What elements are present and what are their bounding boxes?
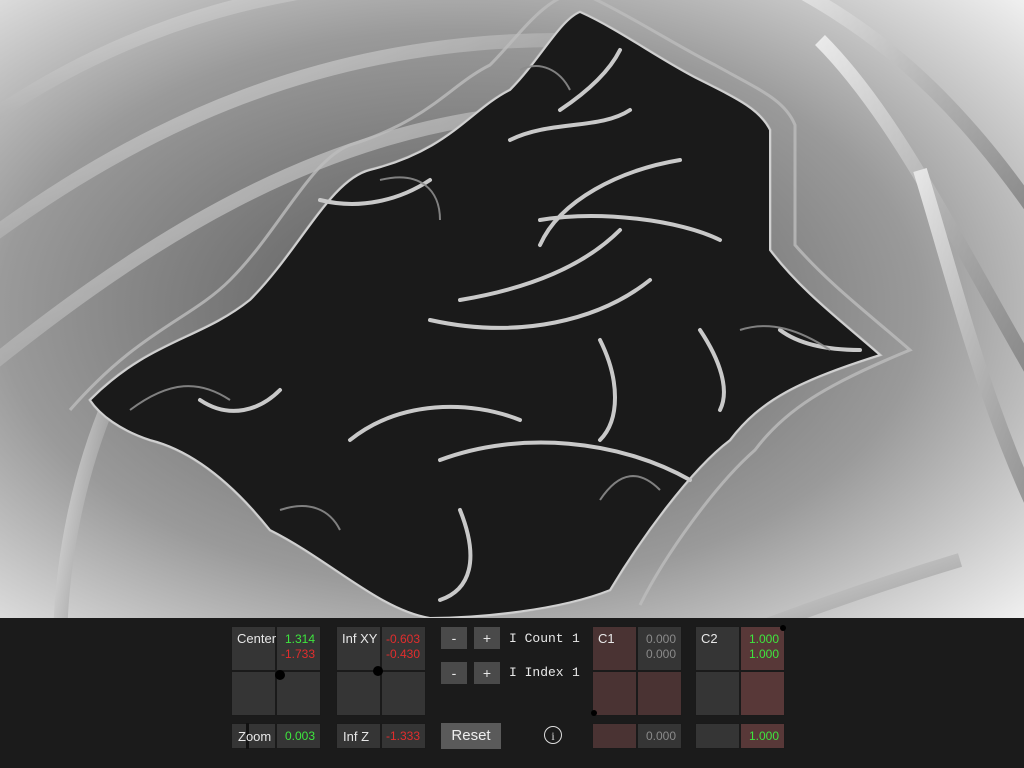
c1-a-value: 0.000 — [645, 632, 676, 646]
c1-label: C1 — [598, 631, 615, 646]
c2-pad[interactable]: C2 1.000 1.000 — [695, 625, 786, 716]
inf-z-value: -1.333 — [385, 729, 420, 743]
zoom-slider[interactable]: Zoom 0.003 — [231, 723, 321, 749]
inf-z-label: Inf Z — [343, 729, 370, 744]
count-increment-button[interactable]: + — [474, 627, 500, 649]
center-x-value: 1.314 — [284, 632, 315, 646]
c1-b-value: 0.000 — [645, 647, 676, 661]
c1-pad[interactable]: C1 0.000 0.000 — [591, 626, 682, 716]
inf-xy-pad-cell — [336, 671, 381, 716]
zoom-label: Zoom — [238, 729, 272, 744]
c1-slider[interactable]: 0.000 — [592, 723, 682, 749]
index-label: I Index — [509, 665, 564, 680]
center-pad-cell — [231, 671, 276, 716]
julia-fractal-render — [0, 0, 1024, 618]
center-label: Center — [237, 631, 277, 646]
inf-xy-label: Inf XY — [342, 631, 378, 646]
center-y-value: -1.733 — [280, 647, 315, 661]
inf-x-value: -0.603 — [385, 632, 420, 646]
c2-slider-value: 1.000 — [748, 729, 779, 743]
fractal-viewport[interactable] — [0, 0, 1024, 618]
c2-pad-cell — [695, 671, 740, 716]
c2-label: C2 — [701, 631, 718, 646]
reset-button[interactable]: Reset — [441, 723, 501, 749]
c2-slider[interactable]: 1.000 — [695, 723, 785, 749]
c1-slider-value: 0.000 — [645, 729, 676, 743]
count-label: I Count — [509, 631, 564, 646]
inf-xy-pad-cell — [381, 671, 426, 716]
c2-a-value: 1.000 — [748, 632, 779, 646]
c2-pad-cell — [740, 671, 785, 716]
inf-xy-handle[interactable] — [373, 666, 383, 676]
count-decrement-button[interactable]: - — [441, 627, 467, 649]
c1-handle[interactable] — [591, 710, 597, 716]
inf-xy-pad[interactable]: Inf XY -0.603 -0.430 — [336, 626, 426, 716]
c1-pad-cell — [637, 671, 682, 716]
center-handle[interactable] — [275, 670, 285, 680]
zoom-value: 0.003 — [284, 729, 315, 743]
info-icon[interactable]: i — [544, 726, 562, 744]
inf-y-value: -0.430 — [385, 647, 420, 661]
count-value: 1 — [572, 631, 580, 646]
c2-slider-left — [695, 723, 740, 749]
c1-pad-cell — [592, 671, 637, 716]
c2-b-value: 1.000 — [748, 647, 779, 661]
c2-handle[interactable] — [780, 625, 786, 631]
index-decrement-button[interactable]: - — [441, 662, 467, 684]
c1-slider-left — [592, 723, 637, 749]
index-value: 1 — [572, 665, 580, 680]
inf-z-slider[interactable]: Inf Z -1.333 — [336, 723, 426, 749]
center-xy-pad[interactable]: Center 1.314 -1.733 — [231, 626, 321, 716]
index-increment-button[interactable]: + — [474, 662, 500, 684]
